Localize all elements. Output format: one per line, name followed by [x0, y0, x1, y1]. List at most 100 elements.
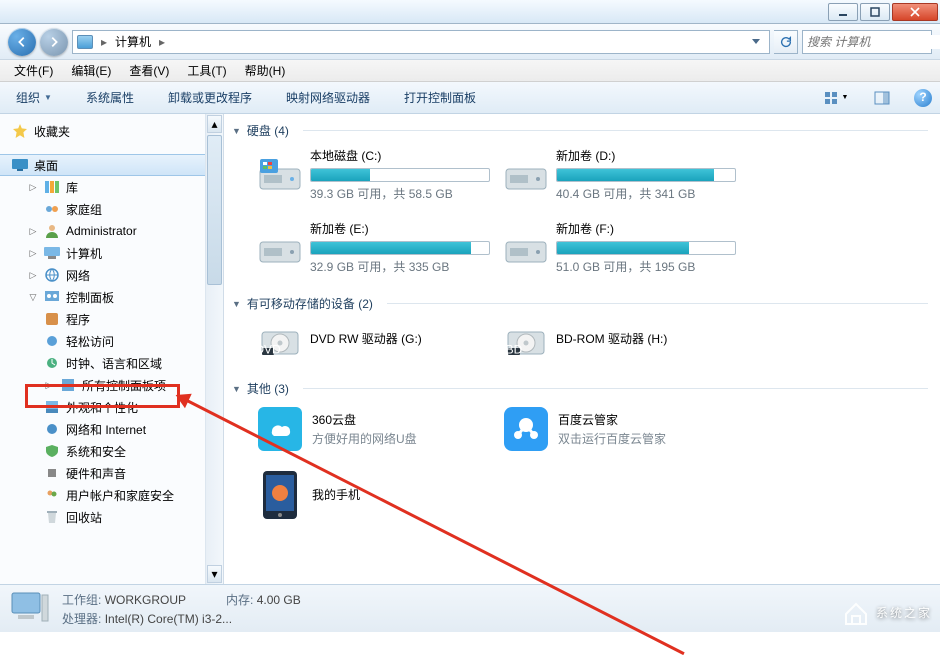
tree-control-panel[interactable]: ▽ 控制面板 [0, 286, 205, 308]
back-button[interactable] [8, 28, 36, 56]
app-desc: 双击运行百度云管家 [558, 430, 666, 447]
programs-icon [44, 311, 60, 327]
tree-label: 收藏夹 [34, 123, 70, 140]
collapse-icon: ▼ [232, 126, 241, 136]
drive-stats: 40.4 GB 可用，共 341 GB [556, 185, 736, 202]
tree-all-items[interactable]: ▷所有控制面板项 [0, 374, 205, 396]
tree-favorites[interactable]: 收藏夹 [0, 120, 205, 142]
navigation-row: ▸ 计算机 ▸ [0, 24, 940, 60]
tree-label: 时钟、语言和区域 [66, 355, 162, 372]
tree-computer[interactable]: ▷计算机 [0, 242, 205, 264]
tree-clock-language-region[interactable]: 时钟、语言和区域 [0, 352, 205, 374]
menu-file[interactable]: 文件(F) [6, 60, 61, 81]
refresh-button[interactable] [774, 30, 798, 54]
drive-name: BD-ROM 驱动器 (H:) [556, 330, 726, 347]
scroll-up-icon[interactable]: ▴ [207, 115, 222, 133]
drive-item[interactable]: 新加卷 (D:) 40.4 GB 可用，共 341 GB [500, 141, 730, 208]
help-button[interactable]: ? [914, 89, 932, 107]
details-cpu-key: 处理器: [62, 612, 101, 626]
drive-item[interactable]: 新加卷 (E:) 32.9 GB 可用，共 335 GB [254, 214, 484, 281]
tree-user-accounts[interactable]: 用户帐户和家庭安全 [0, 484, 205, 506]
uninstall-programs-button[interactable]: 卸载或更改程序 [160, 85, 260, 110]
close-button[interactable] [892, 3, 938, 21]
scroll-thumb[interactable] [207, 135, 222, 285]
search-input[interactable] [803, 35, 940, 49]
group-header-removable[interactable]: ▼有可移动存储的设备 (2) [232, 291, 928, 314]
menu-tools[interactable]: 工具(T) [179, 60, 234, 81]
tree-administrator[interactable]: ▷ Administrator [0, 220, 205, 242]
maximize-button[interactable] [860, 3, 890, 21]
chevron-right-icon[interactable]: ▸ [157, 35, 167, 49]
tree-label: 程序 [66, 311, 90, 328]
forward-button[interactable] [40, 28, 68, 56]
drive-name: DVD RW 驱动器 (G:) [310, 330, 480, 347]
system-properties-button[interactable]: 系统属性 [78, 85, 142, 110]
tree-network-internet[interactable]: 网络和 Internet [0, 418, 205, 440]
app-icon [504, 407, 548, 451]
organize-button[interactable]: 组织▼ [8, 85, 60, 110]
tree-label: 外观和个性化 [66, 399, 138, 416]
disc-drive-icon: DVD [258, 320, 302, 360]
app-name: 360云盘 [312, 411, 417, 428]
tree-ease-of-access[interactable]: 轻松访问 [0, 330, 205, 352]
minimize-button[interactable] [828, 3, 858, 21]
network-internet-icon [44, 421, 60, 437]
app-icon [258, 473, 302, 517]
app-desc: 方便好用的网络U盘 [312, 430, 417, 447]
group-header-hdd[interactable]: ▼硬盘 (4) [232, 118, 928, 141]
expand-icon[interactable]: ▷ [28, 182, 38, 192]
tree-desktop[interactable]: 桌面 [0, 154, 205, 176]
svg-text:DVD: DVD [258, 343, 281, 357]
change-view-button[interactable]: ▼ [822, 87, 850, 109]
menu-help[interactable]: 帮助(H) [237, 60, 294, 81]
tree-appearance[interactable]: 外观和个性化 [0, 396, 205, 418]
appearance-icon [44, 399, 60, 415]
menu-edit[interactable]: 编辑(E) [63, 60, 119, 81]
address-bar[interactable]: ▸ 计算机 ▸ [72, 30, 770, 54]
drive-name: 新加卷 (F:) [556, 220, 736, 237]
drive-item[interactable]: 本地磁盘 (C:) 39.3 GB 可用，共 58.5 GB [254, 141, 484, 208]
expand-icon[interactable]: ▷ [28, 226, 38, 236]
chevron-right-icon[interactable]: ▸ [99, 35, 109, 49]
tree-label: 控制面板 [66, 289, 114, 306]
tree-homegroup[interactable]: 家庭组 [0, 198, 205, 220]
tree-label: Administrator [66, 224, 137, 238]
breadcrumb-computer[interactable]: 计算机 [115, 33, 151, 50]
preview-pane-button[interactable] [868, 87, 896, 109]
other-item[interactable]: 我的手机 [254, 465, 484, 525]
navpane-scrollbar[interactable]: ▴ ▾ [206, 114, 224, 584]
tree-libraries[interactable]: ▷库 [0, 176, 205, 198]
details-workgroup-key: 工作组: [62, 593, 101, 607]
hdd-icon [504, 155, 548, 195]
expand-icon[interactable]: ▷ [44, 380, 54, 390]
tree-programs[interactable]: 程序 [0, 308, 205, 330]
drive-item[interactable]: 新加卷 (F:) 51.0 GB 可用，共 195 GB [500, 214, 730, 281]
tree-system-security[interactable]: 系统和安全 [0, 440, 205, 462]
tree-network[interactable]: ▷网络 [0, 264, 205, 286]
other-item[interactable]: 百度云管家双击运行百度云管家 [500, 399, 730, 459]
open-control-panel-button[interactable]: 打开控制面板 [396, 85, 484, 110]
ease-access-icon [44, 333, 60, 349]
address-dropdown[interactable] [747, 31, 765, 53]
control-panel-icon [44, 289, 60, 305]
map-network-drive-button[interactable]: 映射网络驱动器 [278, 85, 378, 110]
expand-icon[interactable]: ▷ [28, 270, 38, 280]
other-item[interactable]: 360云盘方便好用的网络U盘 [254, 399, 484, 459]
star-icon [12, 123, 28, 139]
expand-icon[interactable]: ▷ [28, 248, 38, 258]
menu-view[interactable]: 查看(V) [121, 60, 177, 81]
optical-drive-item[interactable]: BD BD-ROM 驱动器 (H:) [500, 314, 730, 366]
search-box[interactable] [802, 30, 932, 54]
user-icon [44, 223, 60, 239]
tree-label: 网络和 Internet [66, 421, 146, 438]
optical-drive-item[interactable]: DVD DVD RW 驱动器 (G:) [254, 314, 484, 366]
tree-hardware-sound[interactable]: 硬件和声音 [0, 462, 205, 484]
collapse-icon[interactable]: ▽ [28, 292, 38, 302]
tree-label: 库 [66, 179, 78, 196]
details-cpu-value: Intel(R) Core(TM) i3-2... [105, 612, 232, 626]
tree-recycle-bin[interactable]: 回收站 [0, 506, 205, 528]
group-header-other[interactable]: ▼其他 (3) [232, 376, 928, 399]
user-accounts-icon [44, 487, 60, 503]
tree-label: 系统和安全 [66, 443, 126, 460]
scroll-down-icon[interactable]: ▾ [207, 565, 222, 583]
